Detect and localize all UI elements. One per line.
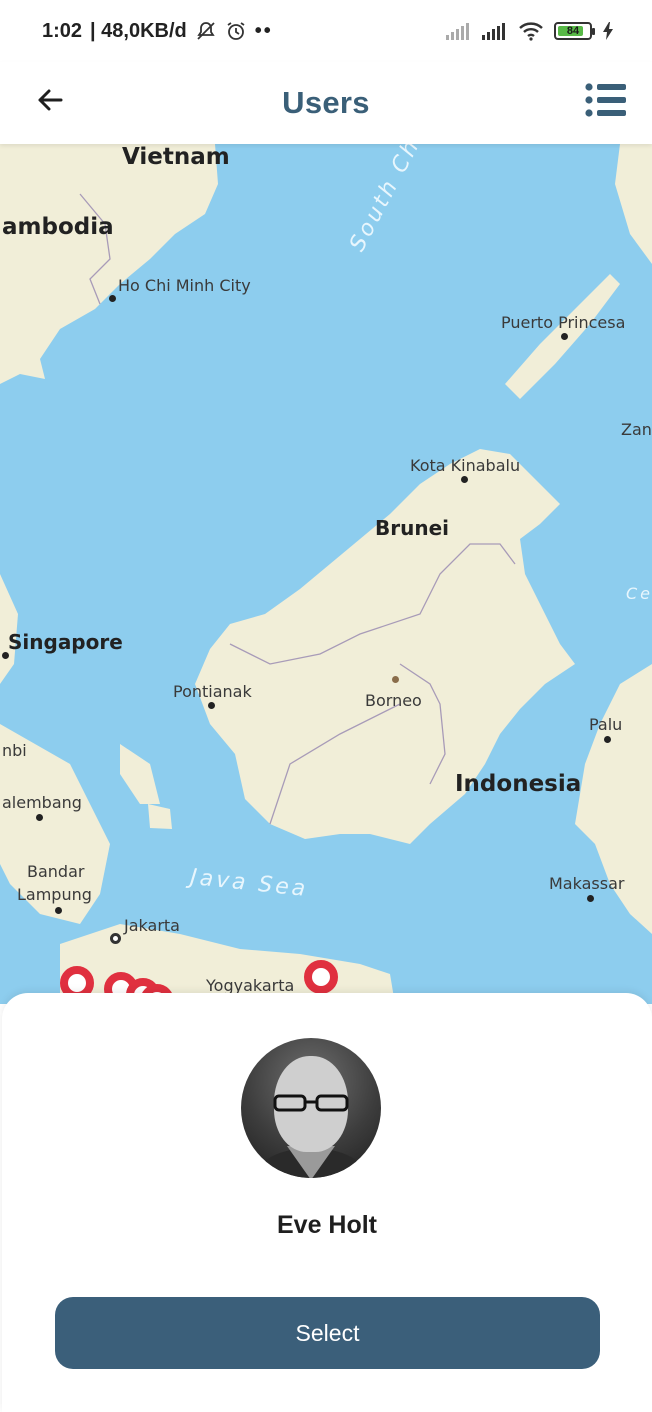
app-header: Users bbox=[0, 62, 652, 144]
map-label-pontianak: Pontianak bbox=[173, 682, 252, 701]
map-view[interactable]: Vietnam ambodia Ho Chi Minh City South C… bbox=[0, 144, 652, 1004]
city-dot bbox=[587, 895, 594, 902]
list-view-button[interactable] bbox=[584, 78, 628, 122]
map-label-cambodia: ambodia bbox=[2, 214, 114, 240]
map-label-jakarta: Jakarta bbox=[124, 916, 180, 935]
map-label-borneo: Borneo bbox=[365, 691, 422, 710]
land-malaya bbox=[0, 574, 18, 684]
user-name: Eve Holt bbox=[276, 1211, 378, 1239]
city-dot bbox=[55, 907, 62, 914]
map-label-singapore: Singapore bbox=[8, 630, 123, 654]
status-bar: 1:02 | 48,0KB/d •• 84 bbox=[0, 0, 652, 62]
city-dot bbox=[461, 476, 468, 483]
map-label-indonesia: Indonesia bbox=[455, 771, 582, 797]
map-label-palembang: alembang bbox=[2, 793, 82, 812]
arrow-left-icon bbox=[38, 89, 63, 111]
charging-icon bbox=[603, 22, 613, 40]
map-label-puerto-princesa: Puerto Princesa bbox=[501, 313, 626, 332]
map-label-makassar: Makassar bbox=[549, 874, 625, 893]
battery-level: 84 bbox=[566, 25, 580, 37]
battery-icon: 84 bbox=[554, 22, 595, 40]
wifi-icon bbox=[519, 22, 543, 41]
city-dot bbox=[604, 736, 611, 743]
status-right: 84 bbox=[446, 21, 614, 41]
capital-dot bbox=[110, 933, 121, 944]
land-belitung bbox=[148, 804, 172, 829]
map-label-palu: Palu bbox=[589, 715, 623, 734]
map-label-vietnam: Vietnam bbox=[122, 144, 230, 170]
land-bangka bbox=[120, 744, 160, 804]
avatar-glasses bbox=[273, 1094, 349, 1112]
city-dot bbox=[208, 702, 215, 709]
city-dot bbox=[109, 295, 116, 302]
signal-icon bbox=[446, 23, 469, 40]
land-sulawesi bbox=[575, 664, 652, 934]
select-button[interactable]: Select bbox=[55, 1297, 600, 1369]
user-bottom-sheet: Eve Holt Select bbox=[2, 993, 652, 1412]
map-label-zan: Zan bbox=[621, 420, 652, 439]
land-philippines bbox=[615, 144, 652, 264]
status-time: 1:02 bbox=[42, 19, 83, 42]
city-dot bbox=[561, 333, 568, 340]
user-location-pin[interactable] bbox=[304, 960, 338, 994]
network-speed: | 48,0KB/d bbox=[90, 19, 187, 42]
map-label-ce: Ce bbox=[626, 584, 652, 603]
notification-off-icon bbox=[197, 22, 215, 40]
user-avatar bbox=[241, 1038, 381, 1178]
map-label-lampung: Lampung bbox=[17, 885, 92, 904]
land-indochina bbox=[0, 144, 218, 384]
map-label-kota-kinabalu: Kota Kinabalu bbox=[410, 456, 521, 475]
alarm-icon bbox=[227, 22, 245, 40]
map-label-ho-chi-minh: Ho Chi Minh City bbox=[118, 276, 251, 295]
more-dots-icon: •• bbox=[254, 19, 273, 42]
map-label-bandar: Bandar bbox=[27, 862, 85, 881]
map-label-brunei: Brunei bbox=[375, 516, 450, 540]
city-dot bbox=[36, 814, 43, 821]
city-dot bbox=[392, 676, 399, 683]
signal-icon bbox=[482, 23, 505, 40]
map-label-nbi: nbi bbox=[2, 741, 27, 760]
status-left: 1:02 | 48,0KB/d •• bbox=[42, 20, 273, 43]
back-button[interactable] bbox=[30, 80, 70, 120]
page-title: Users bbox=[282, 85, 370, 120]
list-icon bbox=[585, 83, 626, 117]
